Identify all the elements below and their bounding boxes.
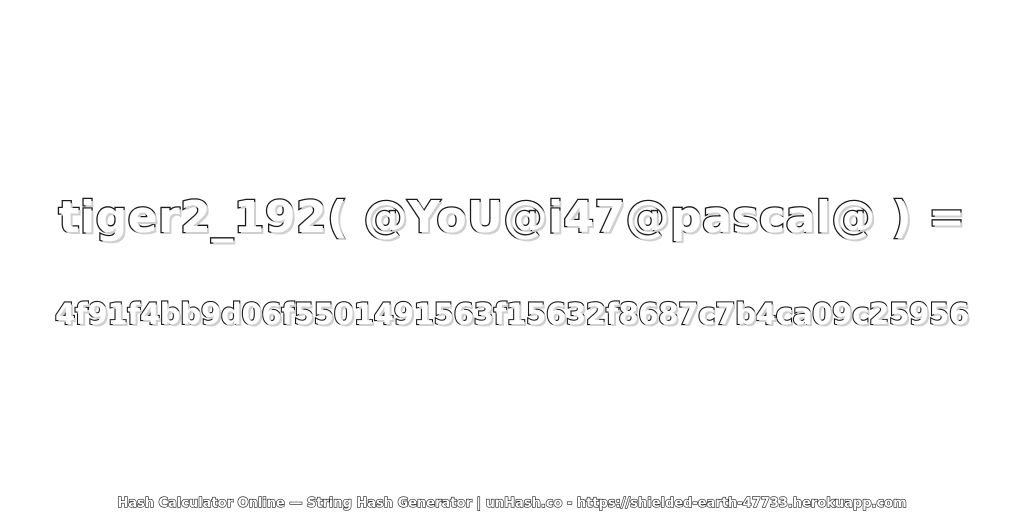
hash-result: 4f91f4bb9d06f5501491563f15632f8687c7b4ca… xyxy=(54,296,970,332)
hash-image-canvas: tiger2_192( @YoU@i47@pascal@ ) = 4f91f4b… xyxy=(0,0,1024,512)
footer-credit: Hash Calculator Online — String Hash Gen… xyxy=(117,495,908,511)
hash-expression: tiger2_192( @YoU@i47@pascal@ ) = xyxy=(57,191,966,245)
